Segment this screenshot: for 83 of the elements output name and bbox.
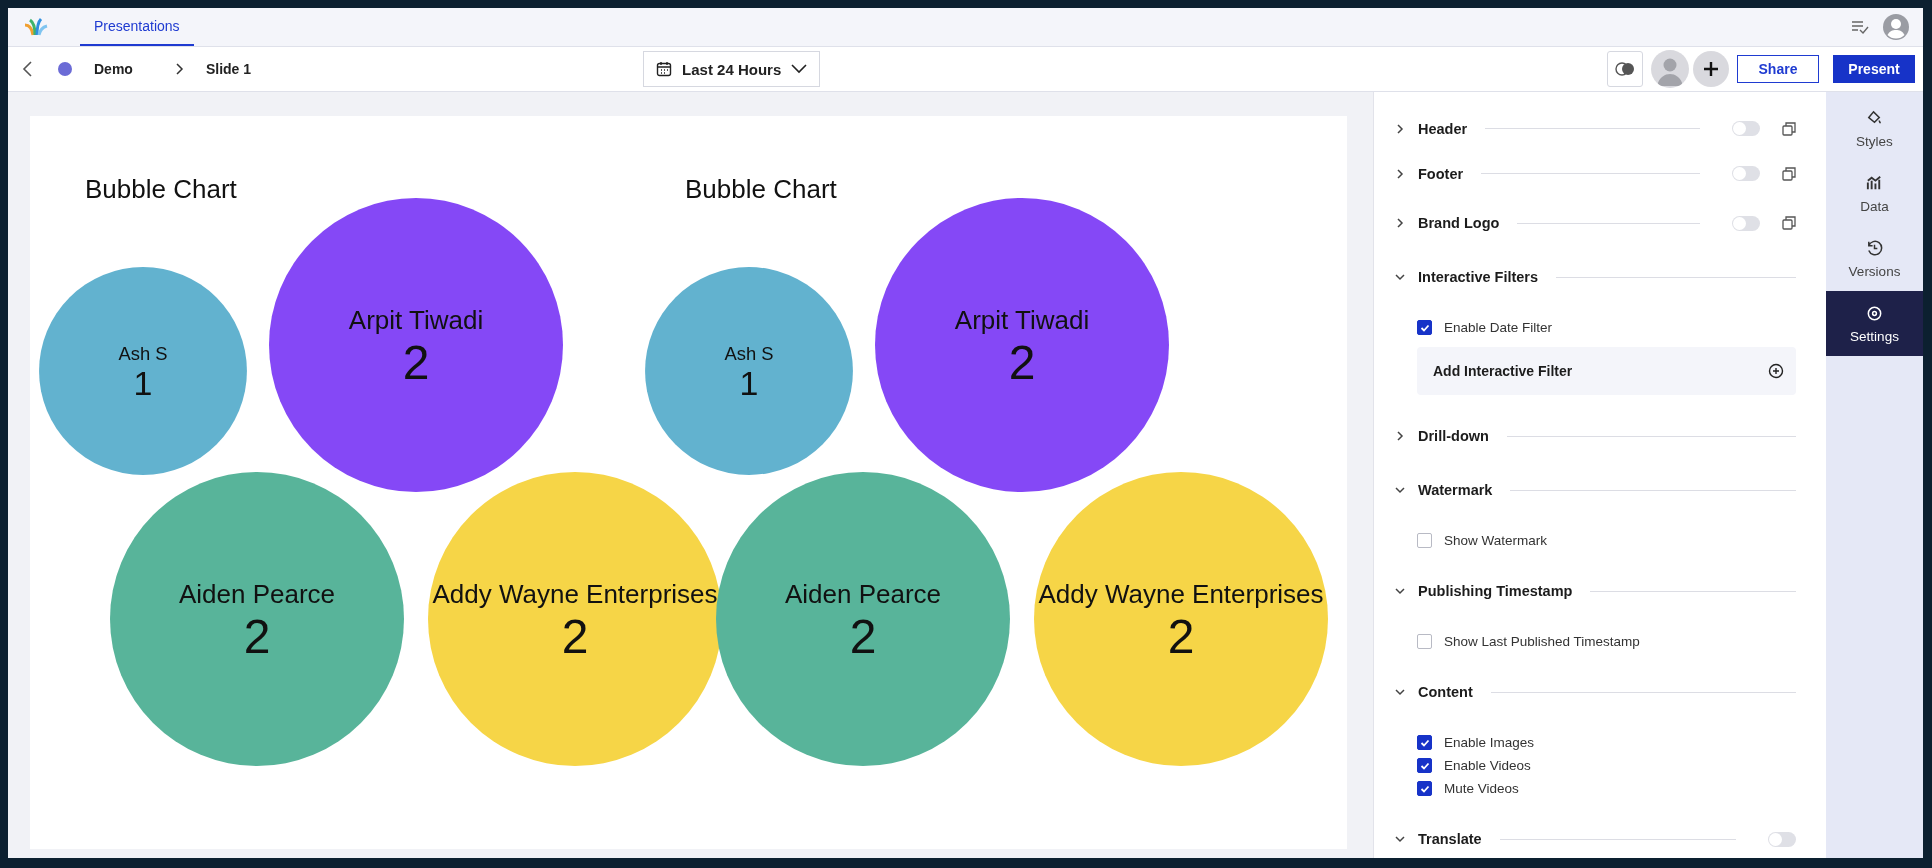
checkbox[interactable] bbox=[1417, 533, 1432, 548]
chevron-down-icon[interactable] bbox=[1394, 585, 1406, 597]
section-title[interactable]: Interactive Filters bbox=[1418, 269, 1539, 285]
toggle-switch[interactable] bbox=[1732, 166, 1760, 181]
checkbox-label: Enable Images bbox=[1444, 735, 1535, 750]
plus-icon bbox=[1703, 61, 1719, 77]
section-title[interactable]: Drill-down bbox=[1418, 428, 1489, 444]
chevron-right-icon[interactable] bbox=[1394, 167, 1406, 180]
section-title[interactable]: Brand Logo bbox=[1418, 215, 1500, 231]
bubble-value: 1 bbox=[739, 364, 759, 403]
add-user-button[interactable] bbox=[1693, 51, 1729, 87]
toggle-icon bbox=[1615, 62, 1635, 76]
bubble-label: Aiden Pearce bbox=[178, 579, 336, 609]
copy-icon[interactable] bbox=[1782, 166, 1796, 181]
share-button[interactable]: Share bbox=[1737, 55, 1819, 83]
logo-icon[interactable] bbox=[22, 17, 50, 37]
chevron-right-icon[interactable] bbox=[1394, 430, 1406, 442]
section-title[interactable]: Footer bbox=[1418, 165, 1464, 182]
toggle-switch[interactable] bbox=[1732, 215, 1760, 231]
calendar-icon bbox=[656, 61, 673, 77]
check-icon bbox=[1419, 783, 1430, 794]
copy-icon[interactable] bbox=[1782, 216, 1796, 230]
bubble-label: Addy Wayne Enterprises bbox=[432, 579, 718, 609]
section-title[interactable]: Watermark bbox=[1418, 482, 1493, 498]
checkbox[interactable] bbox=[1417, 735, 1432, 750]
checkbox[interactable] bbox=[1417, 320, 1432, 335]
bubble-value: 2 bbox=[849, 610, 877, 663]
bubble-label: Ash S bbox=[724, 342, 774, 364]
theme-toggle-button[interactable] bbox=[1607, 51, 1643, 87]
chevron-right-icon[interactable] bbox=[1394, 217, 1406, 229]
user-avatar-icon[interactable] bbox=[1883, 14, 1909, 40]
checkbox[interactable] bbox=[1417, 781, 1432, 796]
side-tab[interactable]: Versions bbox=[1826, 226, 1923, 291]
checkbox[interactable] bbox=[1417, 758, 1432, 773]
chevron-down-icon[interactable] bbox=[1394, 484, 1406, 496]
section-title[interactable]: Translate bbox=[1418, 831, 1482, 847]
toggle-switch[interactable] bbox=[1768, 831, 1796, 847]
chevron-right-icon[interactable] bbox=[1394, 122, 1406, 135]
bubble-value: 2 bbox=[1167, 610, 1195, 663]
breadcrumb-page[interactable]: Slide 1 bbox=[205, 61, 252, 77]
section-title[interactable]: Publishing Timestamp bbox=[1418, 583, 1573, 599]
bubble-label: Addy Wayne Enterprises bbox=[1038, 579, 1324, 609]
copy-icon[interactable] bbox=[1782, 121, 1796, 136]
bubble-value: 2 bbox=[243, 610, 271, 663]
add-filter-button[interactable]: Add Interactive Filter bbox=[1417, 347, 1796, 395]
bubble-value: 2 bbox=[1008, 336, 1036, 389]
present-button[interactable]: Present bbox=[1833, 55, 1915, 83]
section-title[interactable]: Content bbox=[1418, 684, 1473, 700]
checkbox-label: Mute Videos bbox=[1444, 781, 1519, 796]
chevron-down-icon[interactable] bbox=[1394, 686, 1406, 698]
checklist-icon[interactable] bbox=[1851, 20, 1869, 34]
date-range-dropdown[interactable]: Last 24 Hours bbox=[643, 51, 821, 87]
side-tab[interactable]: Settings bbox=[1826, 291, 1923, 356]
chart-title: Bubble Chart bbox=[685, 174, 837, 204]
bubble-label: Arpit Tiwadi bbox=[348, 305, 484, 335]
bubble-label: Arpit Tiwadi bbox=[954, 305, 1090, 335]
bubble-label: Aiden Pearce bbox=[784, 579, 942, 609]
bubble-value: 2 bbox=[402, 336, 430, 389]
chevron-down-icon[interactable] bbox=[1394, 833, 1406, 845]
bubble-value: 2 bbox=[561, 610, 589, 663]
add-circle-icon bbox=[1768, 363, 1784, 379]
checkbox-label: Show Watermark bbox=[1444, 533, 1548, 548]
bubble-value: 1 bbox=[133, 364, 153, 403]
breadcrumb-project[interactable]: Demo bbox=[94, 61, 133, 77]
check-icon bbox=[1419, 322, 1430, 333]
checkbox-label: Show Last Published Timestamp bbox=[1444, 634, 1640, 649]
checkbox-label: Enable Date Filter bbox=[1444, 320, 1553, 335]
side-tab[interactable]: Data bbox=[1826, 161, 1923, 226]
chevron-down-icon bbox=[791, 64, 808, 74]
section-title[interactable]: Header bbox=[1418, 120, 1468, 137]
chevron-down-icon[interactable] bbox=[1394, 271, 1406, 283]
side-tab[interactable]: Styles bbox=[1826, 96, 1923, 161]
project-dot-icon bbox=[58, 62, 72, 76]
toggle-switch[interactable] bbox=[1732, 121, 1760, 136]
back-icon[interactable] bbox=[22, 60, 34, 78]
chevron-right-icon bbox=[174, 62, 184, 76]
chart-title: Bubble Chart bbox=[85, 174, 237, 204]
check-icon bbox=[1419, 760, 1430, 771]
history-icon bbox=[1865, 238, 1884, 258]
check-icon bbox=[1419, 737, 1430, 748]
bubble-label: Ash S bbox=[118, 342, 168, 364]
checkbox[interactable] bbox=[1417, 634, 1432, 649]
checkbox-label: Enable Videos bbox=[1444, 758, 1531, 773]
